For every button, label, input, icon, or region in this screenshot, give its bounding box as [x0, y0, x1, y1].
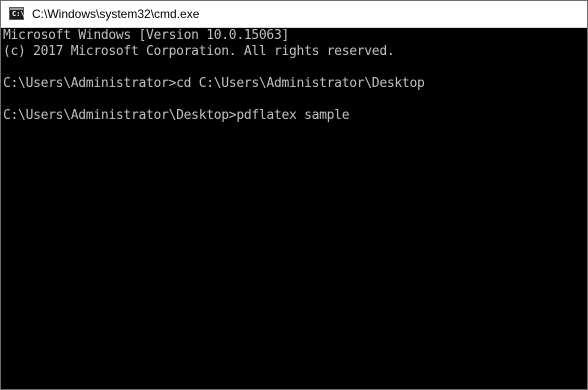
command-prompt-icon[interactable]: C:\ — [9, 7, 25, 20]
cmd-window: C:\ C:\Windows\system32\cmd.exe Microsof… — [0, 0, 588, 390]
current-command: C:\Users\Administrator\Desktop>pdflatex … — [3, 108, 350, 123]
window-title: C:\Windows\system32\cmd.exe — [32, 7, 200, 21]
console-line: C:\Users\Administrator\Desktop>pdflatex … — [3, 108, 585, 124]
console-line: (c) 2017 Microsoft Corporation. All righ… — [3, 44, 395, 59]
console-output[interactable]: Microsoft Windows [Version 10.0.15063] (… — [3, 28, 585, 388]
prompt-glyph: C:\ — [12, 10, 25, 18]
console-line: C:\Users\Administrator>cd C:\Users\Admin… — [3, 76, 425, 91]
title-bar[interactable]: C:\ C:\Windows\system32\cmd.exe — [1, 1, 587, 28]
console-line: Microsoft Windows [Version 10.0.15063] — [3, 28, 290, 43]
